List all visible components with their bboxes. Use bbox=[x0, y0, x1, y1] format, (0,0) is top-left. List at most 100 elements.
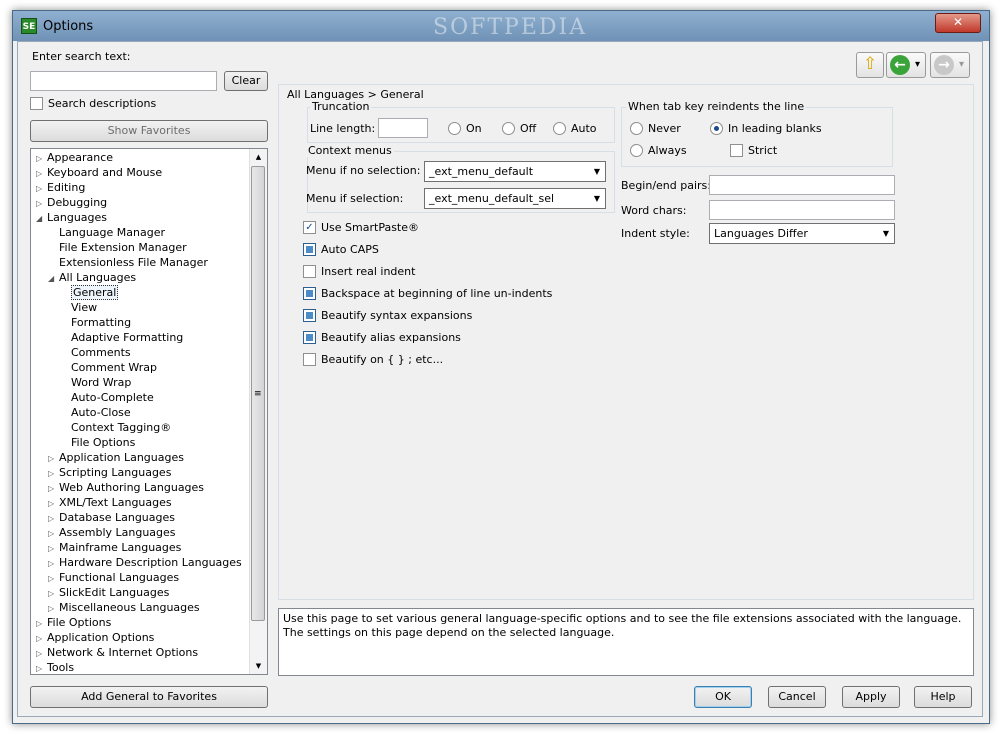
collapsed-arrow-icon[interactable]: ▷ bbox=[48, 481, 59, 496]
options-tree[interactable]: ▷ Appearance ▷ Keyboard and Mouse ▷ Editing ▷ D… bbox=[30, 148, 268, 675]
expanded-arrow-icon[interactable]: ◢ bbox=[48, 271, 59, 286]
tree-item[interactable]: ▷ Application Options bbox=[36, 630, 154, 645]
tree-item[interactable]: Auto-Complete bbox=[60, 390, 154, 405]
tree-item[interactable]: Language Manager bbox=[48, 225, 165, 240]
tree-item[interactable]: ▷ Appearance bbox=[36, 150, 113, 165]
option-checkbox[interactable]: ✓ bbox=[303, 221, 316, 234]
option-checkbox[interactable] bbox=[303, 353, 316, 366]
add-to-favorites-button[interactable]: Add General to Favorites bbox=[30, 686, 268, 708]
line-length-input[interactable] bbox=[378, 118, 428, 138]
collapsed-arrow-icon[interactable]: ▷ bbox=[48, 511, 59, 526]
search-input[interactable] bbox=[30, 71, 217, 91]
tree-item[interactable]: Word Wrap bbox=[60, 375, 131, 390]
cancel-button[interactable]: Cancel bbox=[768, 686, 826, 708]
tree-item[interactable]: ▷ Application Languages bbox=[48, 450, 184, 465]
expanded-arrow-icon[interactable]: ◢ bbox=[36, 211, 47, 226]
indent-style-dropdown[interactable]: Languages Differ ▼ bbox=[709, 223, 895, 244]
collapsed-arrow-icon[interactable]: ▷ bbox=[36, 166, 47, 181]
forward-dropdown-icon[interactable]: ▾ bbox=[959, 59, 964, 70]
tree-item[interactable]: File Extension Manager bbox=[48, 240, 187, 255]
tree-item[interactable]: Extensionless File Manager bbox=[48, 255, 208, 270]
tree-item[interactable]: Formatting bbox=[60, 315, 131, 330]
tree-scrollbar[interactable]: ▲ ≡ ▼ bbox=[249, 149, 267, 674]
tree-item[interactable]: ▷ Database Languages bbox=[48, 510, 175, 525]
collapsed-arrow-icon[interactable]: ▷ bbox=[36, 151, 47, 166]
tree-item[interactable]: Adaptive Formatting bbox=[60, 330, 183, 345]
tree-item[interactable]: ▷ Miscellaneous Languages bbox=[48, 600, 200, 615]
scroll-up-icon[interactable]: ▲ bbox=[250, 149, 267, 165]
collapsed-arrow-icon[interactable]: ▷ bbox=[48, 451, 59, 466]
collapsed-arrow-icon[interactable]: ▷ bbox=[48, 526, 59, 541]
tree-item[interactable]: Context Tagging® bbox=[60, 420, 171, 435]
ok-button[interactable]: OK bbox=[694, 686, 752, 708]
tree-item[interactable]: ▷ Assembly Languages bbox=[48, 525, 176, 540]
scroll-thumb[interactable]: ≡ bbox=[251, 166, 265, 621]
menu-selection-dropdown[interactable]: _ext_menu_default_sel ▼ bbox=[424, 188, 606, 209]
reindent-always-radio[interactable] bbox=[630, 144, 643, 157]
word-chars-input[interactable] bbox=[709, 200, 895, 220]
tree-item[interactable]: Comments bbox=[60, 345, 131, 360]
clear-button[interactable]: Clear bbox=[224, 71, 268, 91]
begin-end-pairs-input[interactable] bbox=[709, 175, 895, 195]
tree-item[interactable]: General bbox=[60, 285, 119, 300]
reindent-never-radio[interactable] bbox=[630, 122, 643, 135]
tree-item[interactable]: ▷ Network & Internet Options bbox=[36, 645, 198, 660]
tree-item[interactable]: ▷ Keyboard and Mouse bbox=[36, 165, 162, 180]
tree-item[interactable]: ▷ Functional Languages bbox=[48, 570, 179, 585]
tree-item[interactable]: File Options bbox=[60, 435, 135, 450]
tree-item[interactable]: ◢ Languages bbox=[36, 210, 107, 225]
collapsed-arrow-icon[interactable]: ▷ bbox=[48, 556, 59, 571]
tree-item[interactable]: Comment Wrap bbox=[60, 360, 157, 375]
back-dropdown-icon[interactable]: ▾ bbox=[915, 59, 920, 70]
title-bar[interactable]: SE Options SOFTPEDIA ✕ bbox=[13, 11, 989, 41]
collapsed-arrow-icon[interactable]: ▷ bbox=[48, 541, 59, 556]
collapsed-arrow-icon[interactable]: ▷ bbox=[36, 196, 47, 211]
option-checkbox[interactable] bbox=[303, 331, 316, 344]
collapsed-arrow-icon[interactable]: ▷ bbox=[48, 571, 59, 586]
back-button[interactable]: ← ▾ bbox=[886, 52, 926, 78]
tree-item[interactable]: Auto-Close bbox=[60, 405, 131, 420]
tree-item[interactable]: ▷ Mainframe Languages bbox=[48, 540, 181, 555]
collapsed-arrow-icon[interactable]: ▷ bbox=[36, 646, 47, 661]
truncation-off-radio[interactable] bbox=[502, 122, 515, 135]
up-level-button[interactable]: ⇧ bbox=[856, 52, 884, 78]
menu-no-selection-dropdown[interactable]: _ext_menu_default ▼ bbox=[424, 161, 606, 182]
show-favorites-button[interactable]: Show Favorites bbox=[30, 120, 268, 142]
reindent-leading-blanks-radio[interactable] bbox=[710, 122, 723, 135]
tree-item[interactable]: ▷ Scripting Languages bbox=[48, 465, 171, 480]
tree-item[interactable]: View bbox=[60, 300, 97, 315]
scroll-down-icon[interactable]: ▼ bbox=[250, 658, 267, 674]
collapsed-arrow-icon[interactable]: ▷ bbox=[48, 586, 59, 601]
tree-item[interactable]: ▷ Tools bbox=[36, 660, 74, 674]
option-checkbox[interactable] bbox=[303, 243, 316, 256]
tree-item[interactable]: ▷ Debugging bbox=[36, 195, 107, 210]
collapsed-arrow-icon[interactable]: ▷ bbox=[36, 631, 47, 646]
help-button[interactable]: Help bbox=[914, 686, 972, 708]
apply-button[interactable]: Apply bbox=[842, 686, 900, 708]
tree-item[interactable]: ▷ Editing bbox=[36, 180, 85, 195]
line-length-label: Line length: bbox=[310, 122, 376, 135]
tree-item[interactable]: ▷ File Options bbox=[36, 615, 111, 630]
collapsed-arrow-icon[interactable]: ▷ bbox=[36, 181, 47, 196]
tree-item[interactable]: ▷ SlickEdit Languages bbox=[48, 585, 169, 600]
collapsed-arrow-icon[interactable]: ▷ bbox=[48, 466, 59, 481]
collapsed-arrow-icon[interactable]: ▷ bbox=[48, 496, 59, 511]
forward-button[interactable]: → ▾ bbox=[930, 52, 970, 78]
option-checkbox[interactable] bbox=[303, 309, 316, 322]
tree-item[interactable]: ▷ Hardware Description Languages bbox=[48, 555, 242, 570]
search-descriptions-checkbox[interactable] bbox=[30, 97, 43, 110]
option-checkbox[interactable] bbox=[303, 287, 316, 300]
tree-item[interactable]: ◢ All Languages bbox=[48, 270, 136, 285]
tab-reindent-legend: When tab key reindents the line bbox=[626, 100, 807, 113]
truncation-auto-radio[interactable] bbox=[553, 122, 566, 135]
option-checkbox[interactable] bbox=[303, 265, 316, 278]
strict-checkbox[interactable] bbox=[730, 144, 743, 157]
truncation-on-radio[interactable] bbox=[448, 122, 461, 135]
collapsed-arrow-icon[interactable]: ▷ bbox=[48, 601, 59, 616]
collapsed-arrow-icon[interactable]: ▷ bbox=[36, 661, 47, 674]
close-button[interactable]: ✕ bbox=[935, 13, 981, 33]
tree-item-label: Scripting Languages bbox=[59, 466, 172, 479]
tree-item[interactable]: ▷ Web Authoring Languages bbox=[48, 480, 204, 495]
tree-item[interactable]: ▷ XML/Text Languages bbox=[48, 495, 172, 510]
collapsed-arrow-icon[interactable]: ▷ bbox=[36, 616, 47, 631]
